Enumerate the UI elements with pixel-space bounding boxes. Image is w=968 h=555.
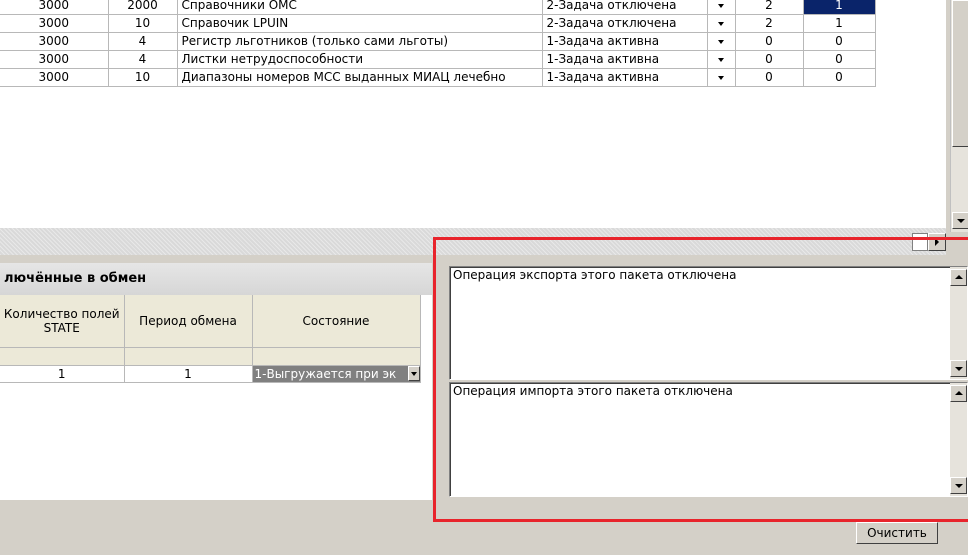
scroll-left-area[interactable] xyxy=(912,233,928,251)
status-dropdown-button[interactable] xyxy=(707,50,736,69)
cell-value-1[interactable]: 0 xyxy=(735,50,804,69)
scroll-down-button[interactable] xyxy=(950,360,967,377)
cell-name[interactable]: Справочик LPUIN xyxy=(177,14,543,33)
cell-code[interactable]: 3000 xyxy=(0,68,109,87)
table-row[interactable]: 3000 4 Регистр льготников (только сами льг… xyxy=(0,32,876,51)
export-message-text: Операция экспорта этого пакета отключена xyxy=(453,268,737,282)
table-row[interactable]: 3000 4 Листки нетрудоспособности 1-Задача а… xyxy=(0,50,876,69)
chevron-up-icon xyxy=(955,275,963,279)
status-dropdown-button[interactable] xyxy=(707,0,736,15)
cell-value-2[interactable]: 1 xyxy=(803,0,876,15)
chevron-down-icon xyxy=(718,3,724,8)
scroll-right-button[interactable] xyxy=(928,233,946,251)
cell-value-2[interactable]: 0 xyxy=(803,68,876,87)
scroll-down-button[interactable] xyxy=(950,477,967,494)
cell-status[interactable]: 1-Задача активна xyxy=(542,50,708,69)
chevron-down-icon xyxy=(957,219,965,223)
cell-status[interactable]: 1-Задача активна xyxy=(542,32,708,51)
cell-code[interactable]: 3000 xyxy=(0,50,109,69)
cell-name[interactable]: Листки нетрудоспособности xyxy=(177,50,543,69)
table-row[interactable]: 3000 10 Справочик LPUIN 2-Задача отключена 2… xyxy=(0,14,876,33)
cell-count[interactable]: 4 xyxy=(108,32,178,51)
status-dropdown-button[interactable] xyxy=(707,68,736,87)
chevron-right-icon xyxy=(935,238,939,246)
chevron-down-icon xyxy=(410,372,417,376)
chevron-down-icon xyxy=(955,484,963,488)
section-title: лючённые в обмен xyxy=(0,263,432,295)
scroll-up-button[interactable] xyxy=(950,385,967,402)
chevron-down-icon xyxy=(718,39,724,44)
grid-vertical-scrollbar[interactable] xyxy=(950,0,968,232)
column-header-status[interactable]: Состояние xyxy=(252,295,421,348)
cell-count[interactable]: 10 xyxy=(108,68,178,87)
chevron-down-icon xyxy=(718,75,724,80)
exchange-table: Количество полей STATE Период обмена Сос… xyxy=(0,295,421,383)
cell-count[interactable]: 2000 xyxy=(108,0,178,15)
status-dropdown-button[interactable] xyxy=(707,14,736,33)
cell-count[interactable]: 10 xyxy=(108,14,178,33)
table-row[interactable]: 3000 2000 Справочники ОМС 2-Задача отключен… xyxy=(0,0,876,15)
cell-code[interactable]: 3000 xyxy=(0,0,109,15)
export-memo-scrollbar[interactable] xyxy=(950,267,967,379)
state-dropdown[interactable]: 1-Выгружается при эк xyxy=(252,365,421,383)
cell-status[interactable]: 1-Задача активна xyxy=(542,68,708,87)
column-header-period[interactable]: Период обмена xyxy=(124,295,253,348)
bottom-toolbar xyxy=(0,500,968,555)
cell-status[interactable]: 2-Задача отключена xyxy=(542,14,708,33)
scroll-thumb[interactable] xyxy=(952,0,968,147)
clear-button[interactable]: Очистить xyxy=(856,522,938,544)
task-grid: 3000 2000 Справочники ОМС 2-Задача отключен… xyxy=(0,0,946,228)
exchange-fields-grid: Количество полей STATE Период обмена Сос… xyxy=(0,295,432,500)
chevron-down-icon xyxy=(718,21,724,26)
cell-name[interactable]: Регистр льготников (только сами льготы) xyxy=(177,32,543,51)
chevron-down-icon xyxy=(955,367,963,371)
status-dropdown-button[interactable] xyxy=(707,32,736,51)
cell-name[interactable]: Диапазоны номеров МСС выданных МИАЦ лече… xyxy=(177,68,543,87)
cell-value-2[interactable]: 0 xyxy=(803,50,876,69)
import-message-text: Операция импорта этого пакета отключена xyxy=(453,384,733,398)
cell-code[interactable]: 3000 xyxy=(0,14,109,33)
cell-count[interactable]: 1 xyxy=(0,365,125,383)
dropdown-button[interactable] xyxy=(407,366,419,381)
cell-value-1[interactable]: 0 xyxy=(735,32,804,51)
cell-value-2[interactable]: 0 xyxy=(803,32,876,51)
cell-value-1[interactable]: 0 xyxy=(735,68,804,87)
export-message-box[interactable]: Операция экспорта этого пакета отключена xyxy=(449,266,968,380)
import-memo-scrollbar[interactable] xyxy=(950,383,967,496)
column-header-state-count[interactable]: Количество полей STATE xyxy=(0,295,125,348)
scroll-up-button[interactable] xyxy=(950,269,967,286)
cell-name[interactable]: Справочники ОМС xyxy=(177,0,543,15)
scroll-down-button[interactable] xyxy=(952,212,968,229)
chevron-down-icon xyxy=(718,57,724,62)
horizontal-scroll-track[interactable] xyxy=(0,228,946,255)
cell-code[interactable]: 3000 xyxy=(0,32,109,51)
cell-count[interactable]: 4 xyxy=(108,50,178,69)
cell-period[interactable]: 1 xyxy=(124,365,253,383)
cell-status[interactable]: 2-Задача отключена xyxy=(542,0,708,15)
task-table: 3000 2000 Справочники ОМС 2-Задача отключен… xyxy=(0,0,876,87)
import-message-box[interactable]: Операция импорта этого пакета отключена xyxy=(449,382,968,497)
chevron-up-icon xyxy=(955,391,963,395)
state-value: 1-Выгружается при эк xyxy=(254,367,397,381)
cell-value-2[interactable]: 1 xyxy=(803,14,876,33)
table-row[interactable]: 3000 10 Диапазоны номеров МСС выданных МИА… xyxy=(0,68,876,87)
table-row-empty xyxy=(0,347,421,366)
table-row[interactable]: 1 1 1-Выгружается при эк xyxy=(0,365,421,383)
cell-value-1[interactable]: 2 xyxy=(735,0,804,15)
cell-value-1[interactable]: 2 xyxy=(735,14,804,33)
